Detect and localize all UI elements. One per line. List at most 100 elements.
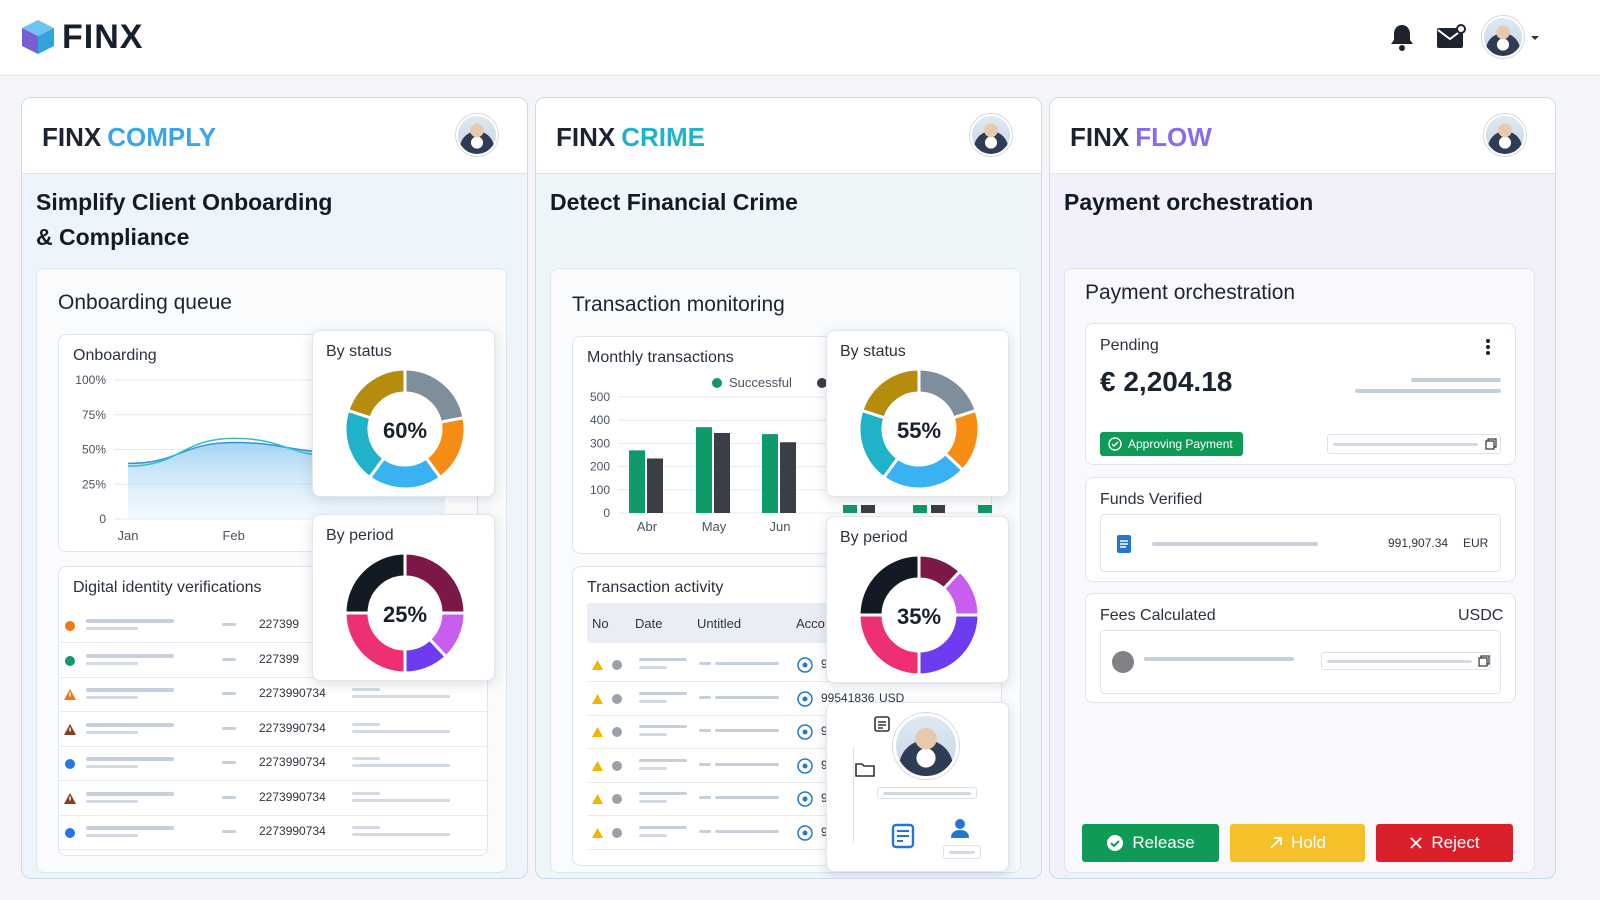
y-tick-label: 0 xyxy=(99,512,106,526)
table-row[interactable]: 2273990734 xyxy=(59,782,489,816)
radio-target-icon[interactable] xyxy=(797,724,813,740)
close-icon xyxy=(1410,837,1423,849)
fees-calculated-panel: Fees Calculated USDC xyxy=(1085,593,1516,703)
donut-title: By status xyxy=(326,343,392,360)
status-dot-icon xyxy=(612,693,622,704)
mail-icon[interactable] xyxy=(1436,24,1466,50)
card-title: Detect Financial Crime xyxy=(550,189,798,215)
table-row[interactable]: 2273990734 xyxy=(59,747,489,781)
top-bar: FINX xyxy=(0,0,1600,76)
y-tick-label: 100% xyxy=(75,373,106,387)
by-status-card: By status 55% xyxy=(826,330,1009,497)
avatar[interactable] xyxy=(970,114,1012,156)
table-row[interactable]: 2273990734 xyxy=(59,678,489,712)
more-options-icon[interactable] xyxy=(1485,338,1491,356)
warning-icon xyxy=(64,723,76,735)
donut-slice[interactable] xyxy=(346,367,407,420)
donut-slice[interactable] xyxy=(860,367,921,420)
fee-field[interactable] xyxy=(1321,652,1491,670)
status-dot-icon xyxy=(65,828,75,838)
column-header[interactable]: Date xyxy=(635,616,662,631)
user-field xyxy=(943,845,981,859)
bar[interactable] xyxy=(714,432,730,513)
radio-target-icon[interactable] xyxy=(797,657,813,673)
y-tick-label: 50% xyxy=(82,443,106,457)
donut-slice[interactable] xyxy=(917,367,978,420)
funds-row: 991,907.34 EUR xyxy=(1100,514,1501,572)
by-status-card: By status 60% xyxy=(312,330,495,497)
radio-target-icon[interactable] xyxy=(797,757,813,774)
comply-card-header: FINX COMPLY xyxy=(22,98,527,174)
pending-payment-panel: Pending € 2,204.18 Approving Payment xyxy=(1085,323,1516,465)
reject-button[interactable]: Reject xyxy=(1376,824,1513,862)
bar[interactable] xyxy=(762,434,778,513)
verification-id: 2273990734 xyxy=(259,755,326,769)
status-dot-icon xyxy=(612,760,622,771)
avatar[interactable] xyxy=(456,114,498,156)
crime-card: FINX CRIME Detect Financial Crime Transac… xyxy=(535,97,1042,879)
warning-icon xyxy=(64,792,76,804)
y-tick-label: 400 xyxy=(590,413,610,427)
donut-center-value: 25% xyxy=(382,602,428,627)
table-row[interactable]: 2273990734 xyxy=(59,713,489,747)
table-row[interactable]: 2273990734 xyxy=(59,816,489,850)
chart-title: Monthly transactions xyxy=(587,349,734,366)
donut-slice[interactable] xyxy=(403,367,466,425)
bar[interactable] xyxy=(913,505,927,513)
panel-subtitle: Transaction activity xyxy=(587,579,724,596)
column-header[interactable]: Untitled xyxy=(697,616,741,631)
placeholder-bar xyxy=(1411,378,1501,382)
warning-icon xyxy=(592,693,603,704)
donut-center-value: 55% xyxy=(896,418,942,443)
flow-card: FINX FLOW Payment orchestration Payment o… xyxy=(1049,97,1556,879)
verification-id: 2273990734 xyxy=(259,789,326,804)
radio-target-icon[interactable] xyxy=(797,824,813,841)
reference-field[interactable] xyxy=(1327,434,1501,454)
comply-card: FINX COMPLY Simplify Client Onboarding & … xyxy=(21,97,528,879)
status-dot-icon xyxy=(65,655,75,666)
person-photo xyxy=(893,713,959,779)
bar[interactable] xyxy=(843,505,857,513)
user-avatar[interactable] xyxy=(1482,16,1524,58)
bar[interactable] xyxy=(780,442,796,513)
copy-icon[interactable] xyxy=(1478,655,1490,667)
bell-icon[interactable] xyxy=(1390,23,1414,51)
y-tick-label: 300 xyxy=(590,436,610,450)
pending-amount: € 2,204.18 xyxy=(1100,366,1233,397)
hold-button[interactable]: Hold xyxy=(1230,824,1365,862)
copy-icon[interactable] xyxy=(1485,438,1497,450)
chevron-down-icon[interactable] xyxy=(1530,34,1540,42)
status-dot-icon xyxy=(612,727,622,737)
comply-brand: FINX COMPLY xyxy=(42,122,217,152)
avatar[interactable] xyxy=(1484,114,1526,156)
funds-currency: EUR xyxy=(1463,536,1489,550)
panel-title: Payment orchestration xyxy=(1085,281,1296,304)
donut-center-value: 60% xyxy=(382,418,428,443)
form-icon[interactable] xyxy=(891,823,915,849)
card-title-line1: Simplify Client Onboarding xyxy=(36,189,333,215)
warning-icon xyxy=(592,794,603,804)
warning-icon xyxy=(64,689,76,700)
bar[interactable] xyxy=(647,458,663,513)
user-icon[interactable] xyxy=(949,817,971,839)
folder-icon[interactable] xyxy=(855,761,875,777)
bar[interactable] xyxy=(978,505,992,513)
verification-id: 227399 xyxy=(259,651,300,666)
donut-title: By period xyxy=(326,527,394,544)
crime-brand: FINX CRIME xyxy=(556,122,706,152)
bar[interactable] xyxy=(629,450,645,513)
flow-brand: FINX FLOW xyxy=(1070,122,1212,152)
radio-target-icon[interactable] xyxy=(797,690,813,707)
bar[interactable] xyxy=(861,505,875,513)
card-title: Payment orchestration xyxy=(1064,189,1314,215)
radio-target-icon[interactable] xyxy=(797,791,813,807)
app-logo[interactable]: FINX xyxy=(62,18,143,57)
bar[interactable] xyxy=(931,505,945,513)
status-dot-icon xyxy=(612,794,622,804)
column-header[interactable]: No xyxy=(592,616,609,631)
verification-id: 2273990734 xyxy=(259,686,326,700)
release-button[interactable]: Release xyxy=(1082,824,1219,862)
document-icon[interactable] xyxy=(873,715,891,733)
bar[interactable] xyxy=(696,427,712,513)
column-header[interactable]: Acco xyxy=(796,616,825,631)
